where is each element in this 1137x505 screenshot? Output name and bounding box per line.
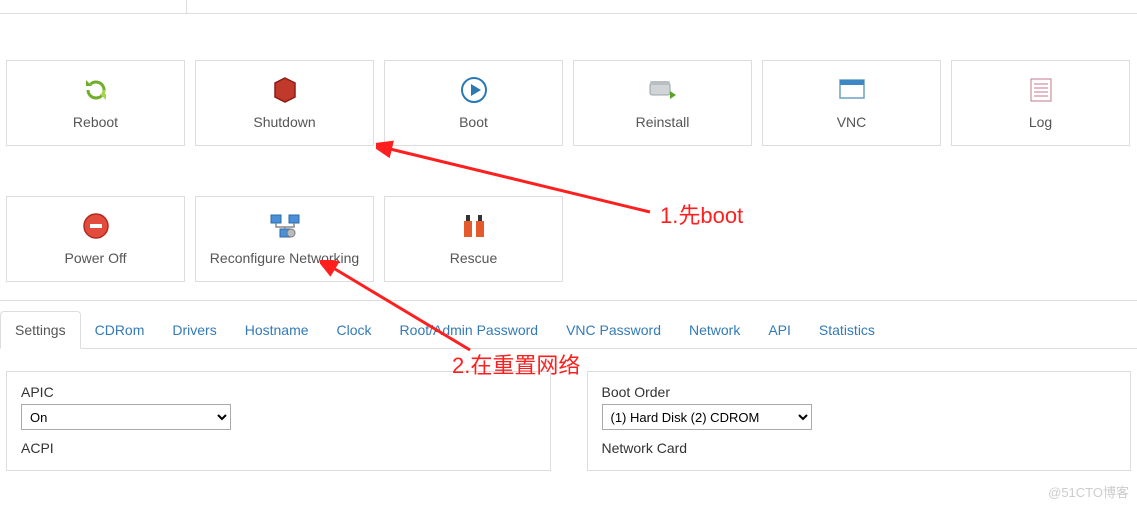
- tab-api[interactable]: API: [754, 312, 805, 348]
- boot-button-label: Boot: [459, 114, 488, 130]
- reboot-button[interactable]: Reboot: [6, 60, 185, 146]
- tab-hostname[interactable]: Hostname: [231, 312, 323, 348]
- boot-order-label: Boot Order: [602, 384, 1117, 400]
- actions-grid-row2: Power Off Reconfigure Networking Rescue: [0, 170, 1137, 282]
- shutdown-button[interactable]: Shutdown: [195, 60, 374, 146]
- network-card-label: Network Card: [602, 440, 1117, 456]
- top-strip: [0, 0, 1137, 14]
- reinstall-button[interactable]: Reinstall: [573, 60, 752, 146]
- settings-left-panel: APIC On ACPI: [6, 371, 551, 471]
- tabs: SettingsCDRomDriversHostnameClockRoot/Ad…: [0, 311, 1137, 349]
- vnc-icon: [838, 76, 866, 104]
- tab-settings[interactable]: Settings: [0, 311, 81, 349]
- log-button-label: Log: [1029, 114, 1052, 130]
- poweroff-button-label: Power Off: [65, 250, 127, 266]
- boot-icon: [460, 76, 488, 104]
- boot-button[interactable]: Boot: [384, 60, 563, 146]
- shutdown-icon: [271, 76, 299, 104]
- reconfigure-icon: [269, 212, 301, 240]
- tab-cdrom[interactable]: CDRom: [81, 312, 159, 348]
- separator: [0, 300, 1137, 301]
- reconfigure-networking-button-label: Reconfigure Networking: [210, 250, 359, 266]
- watermark: @51CTO博客: [1048, 482, 1129, 501]
- rescue-icon: [462, 212, 486, 240]
- tab-network[interactable]: Network: [675, 312, 754, 348]
- rescue-button-label: Rescue: [450, 250, 497, 266]
- settings-right-panel: Boot Order (1) Hard Disk (2) CDROM Netwo…: [587, 371, 1132, 471]
- acpi-label: ACPI: [21, 440, 536, 456]
- tab-statistics[interactable]: Statistics: [805, 312, 889, 348]
- tab-clock[interactable]: Clock: [323, 312, 386, 348]
- settings-panels: APIC On ACPI Boot Order (1) Hard Disk (2…: [0, 349, 1137, 471]
- poweroff-icon: [82, 212, 110, 240]
- log-icon: [1029, 76, 1053, 104]
- rescue-button[interactable]: Rescue: [384, 196, 563, 282]
- actions-grid: Reboot Shutdown Boot Reinstall VNC Log: [0, 14, 1137, 170]
- log-button[interactable]: Log: [951, 60, 1130, 146]
- poweroff-button[interactable]: Power Off: [6, 196, 185, 282]
- reboot-button-label: Reboot: [73, 114, 118, 130]
- apic-label: APIC: [21, 384, 536, 400]
- vnc-button[interactable]: VNC: [762, 60, 941, 146]
- reboot-icon: [83, 76, 109, 104]
- vnc-button-label: VNC: [837, 114, 867, 130]
- boot-order-select[interactable]: (1) Hard Disk (2) CDROM: [602, 404, 812, 430]
- reinstall-icon: [648, 76, 678, 104]
- tab-root-admin-password[interactable]: Root/Admin Password: [386, 312, 553, 348]
- tab-drivers[interactable]: Drivers: [158, 312, 230, 348]
- shutdown-button-label: Shutdown: [253, 114, 315, 130]
- tab-vnc-password[interactable]: VNC Password: [552, 312, 675, 348]
- reconfigure-networking-button[interactable]: Reconfigure Networking: [195, 196, 374, 282]
- reinstall-button-label: Reinstall: [636, 114, 690, 130]
- apic-select[interactable]: On: [21, 404, 231, 430]
